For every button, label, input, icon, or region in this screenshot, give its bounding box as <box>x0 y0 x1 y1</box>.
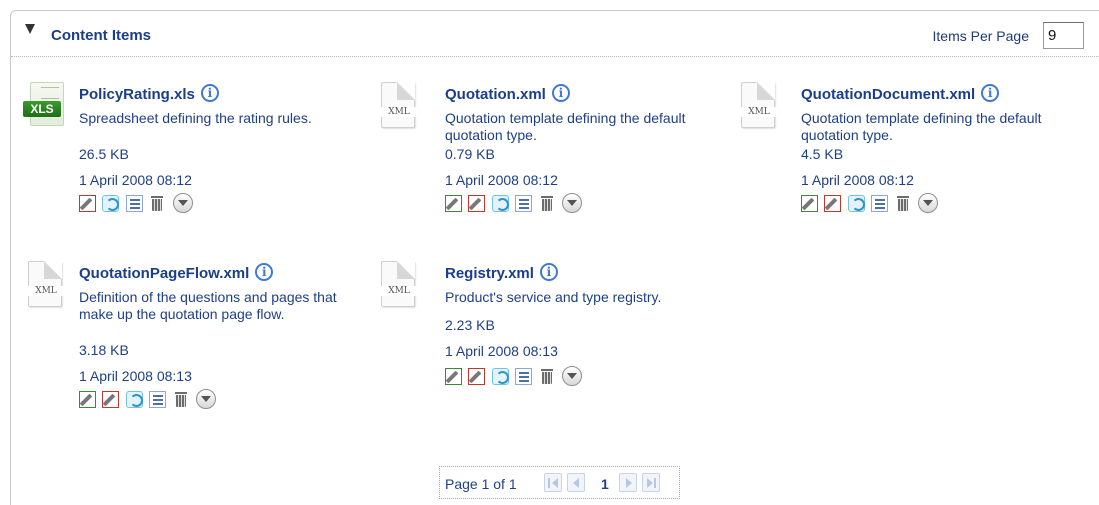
pagination: Page 1 of 1 1 <box>439 466 680 499</box>
item-date: 1 April 2008 08:13 <box>445 343 558 359</box>
next-page-button[interactable] <box>619 473 637 492</box>
item-size: 2.23 KB <box>445 317 495 333</box>
info-icon[interactable]: i <box>200 84 219 102</box>
item-name-link[interactable]: QuotationDocument.xml i <box>801 84 1000 103</box>
refresh-icon[interactable] <box>491 368 509 385</box>
edit-red-icon[interactable] <box>102 391 120 408</box>
panel-header: Content Items Items Per Page <box>11 11 1099 57</box>
properties-list-icon[interactable] <box>515 368 533 385</box>
edit-green-icon[interactable] <box>79 391 96 408</box>
properties-list-icon[interactable] <box>515 195 533 212</box>
panel-title: Content Items <box>51 27 152 44</box>
refresh-icon[interactable] <box>491 195 509 212</box>
item-description: Spreadsheet defining the rating rules. <box>79 110 312 126</box>
item-date: 1 April 2008 08:12 <box>79 172 192 188</box>
items-per-page-input[interactable] <box>1043 22 1084 49</box>
item-date: 1 April 2008 08:12 <box>445 172 558 188</box>
xml-file-icon[interactable]: XML <box>21 261 71 309</box>
info-icon[interactable]: i <box>981 84 1000 102</box>
content-item: XML Registry.xml i Product's service and … <box>374 261 705 441</box>
edit-red-icon[interactable] <box>468 195 486 212</box>
more-options-icon[interactable] <box>562 193 583 213</box>
item-size: 3.18 KB <box>79 342 129 358</box>
info-icon[interactable]: i <box>539 263 558 281</box>
item-name-link[interactable]: Quotation.xml i <box>445 84 570 103</box>
trash-icon[interactable] <box>173 391 190 408</box>
content-item: XML QuotationPageFlow.xml i Definition of… <box>21 261 352 461</box>
trash-icon[interactable] <box>539 368 556 385</box>
collapse-toggle-icon[interactable] <box>25 24 35 34</box>
xls-file-icon[interactable]: XLS <box>22 82 68 130</box>
more-options-icon[interactable] <box>918 193 939 213</box>
refresh-icon[interactable] <box>125 391 143 408</box>
content-item: XML QuotationDocument.xml i Quotation tem… <box>734 82 1085 262</box>
item-name-link[interactable]: Registry.xml i <box>445 263 558 282</box>
item-name-link[interactable]: PolicyRating.xls i <box>79 84 219 103</box>
item-actions <box>801 193 940 215</box>
item-actions <box>445 193 584 215</box>
item-size: 26.5 KB <box>79 146 129 162</box>
properties-list-icon[interactable] <box>125 195 143 212</box>
item-actions <box>79 193 195 215</box>
last-page-button[interactable] <box>642 473 660 492</box>
content-item: XML Quotation.xml i Quotation template de… <box>374 82 705 262</box>
item-description: Quotation template defining the default … <box>445 110 686 143</box>
refresh-icon[interactable] <box>102 195 120 212</box>
item-description: Definition of the questions and pages th… <box>79 289 337 322</box>
edit-red-icon[interactable] <box>468 368 486 385</box>
properties-list-icon[interactable] <box>871 195 889 212</box>
edit-green-icon[interactable] <box>801 195 818 212</box>
more-options-icon[interactable] <box>196 389 217 409</box>
page-count-text: Page 1 of 1 <box>445 476 517 492</box>
xml-file-icon[interactable]: XML <box>374 82 424 130</box>
refresh-icon[interactable] <box>847 195 865 212</box>
edit-green-icon[interactable] <box>445 195 462 212</box>
first-page-button[interactable] <box>544 473 562 492</box>
info-icon[interactable]: i <box>551 84 570 102</box>
trash-icon[interactable] <box>149 195 166 212</box>
xml-file-icon[interactable]: XML <box>734 82 784 130</box>
info-icon[interactable]: i <box>255 263 274 281</box>
xml-file-icon[interactable]: XML <box>374 261 424 309</box>
item-actions <box>79 389 218 411</box>
edit-green-icon[interactable] <box>445 368 462 385</box>
edit-red-icon[interactable] <box>824 195 842 212</box>
trash-icon[interactable] <box>895 195 912 212</box>
item-date: 1 April 2008 08:13 <box>79 368 192 384</box>
content-items-panel: Content Items Items Per Page XLS PolicyR… <box>10 10 1099 505</box>
item-description: Quotation template defining the default … <box>801 110 1042 143</box>
item-description: Product's service and type registry. <box>445 289 662 305</box>
item-size: 0.79 KB <box>445 146 495 162</box>
item-date: 1 April 2008 08:12 <box>801 172 914 188</box>
item-size: 4.5 KB <box>801 146 844 162</box>
edit-icon[interactable] <box>79 195 96 212</box>
trash-icon[interactable] <box>539 195 556 212</box>
previous-page-button[interactable] <box>567 473 585 492</box>
properties-list-icon[interactable] <box>149 391 167 408</box>
items-per-page-label: Items Per Page <box>932 28 1030 44</box>
content-item: XLS PolicyRating.xls i Spreadsheet defini… <box>22 82 342 262</box>
current-page-number[interactable]: 1 <box>601 476 609 492</box>
item-actions <box>445 366 584 388</box>
more-options-icon[interactable] <box>172 193 193 213</box>
item-name-link[interactable]: QuotationPageFlow.xml i <box>79 263 274 282</box>
more-options-icon[interactable] <box>562 366 583 386</box>
